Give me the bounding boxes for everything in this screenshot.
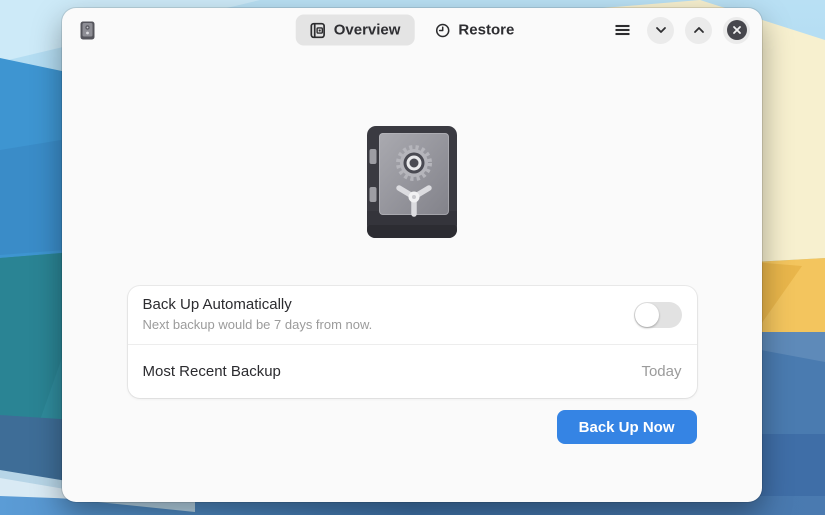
- back-up-now-button[interactable]: Back Up Now: [557, 410, 697, 444]
- tab-restore[interactable]: Restore: [420, 15, 528, 46]
- overview-page: Back Up Automatically Next backup would …: [62, 52, 762, 502]
- hamburger-menu-icon: [614, 22, 631, 38]
- app-safe-icon: [80, 21, 95, 40]
- toggle-knob: [635, 303, 659, 327]
- tab-overview[interactable]: Overview: [296, 15, 415, 46]
- auto-backup-title: Back Up Automatically: [143, 296, 373, 314]
- recent-backup-title: Most Recent Backup: [143, 363, 281, 381]
- close-button[interactable]: [723, 17, 750, 44]
- history-clock-icon: [434, 22, 450, 38]
- safe-vault-icon: [366, 125, 458, 244]
- auto-backup-toggle[interactable]: [634, 302, 682, 328]
- app-window: Overview Restore: [62, 8, 762, 502]
- auto-backup-subtitle: Next backup would be 7 days from now.: [143, 317, 373, 333]
- window-controls: [609, 17, 750, 44]
- auto-backup-row[interactable]: Back Up Automatically Next backup would …: [128, 286, 697, 344]
- window-down-button[interactable]: [647, 17, 674, 44]
- backup-settings-card: Back Up Automatically Next backup would …: [128, 286, 697, 398]
- tab-overview-label: Overview: [334, 22, 401, 39]
- recent-backup-row: Most Recent Backup Today: [128, 345, 697, 398]
- window-up-button[interactable]: [685, 17, 712, 44]
- close-icon: [727, 20, 747, 40]
- header-bar: Overview Restore: [62, 8, 762, 52]
- safe-symbolic-icon: [310, 22, 326, 38]
- tab-restore-label: Restore: [458, 22, 514, 39]
- chevron-down-icon: [654, 23, 668, 37]
- chevron-up-icon: [692, 23, 706, 37]
- hamburger-menu-button[interactable]: [609, 18, 636, 42]
- action-row: Back Up Now: [128, 410, 697, 444]
- recent-backup-value: Today: [641, 363, 681, 380]
- view-switcher: Overview Restore: [296, 15, 529, 46]
